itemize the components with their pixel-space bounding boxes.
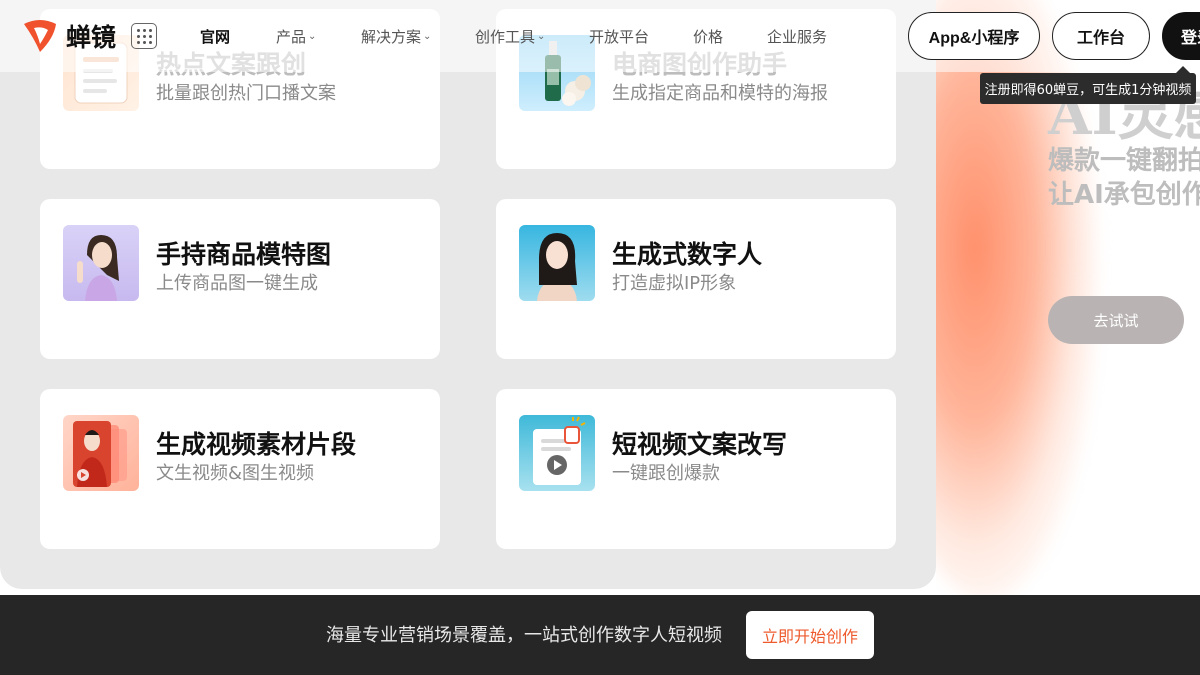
feature-card-rewrite[interactable]: 短视频文案改写 一键跟创爆款 xyxy=(496,389,896,549)
top-header: 蝉镜 官网 产品 ⌄ 解决方案 ⌄ 创作工具 ⌄ 开放平台 价格 企业服务 App&小… xyxy=(0,0,1200,72)
nav-label: 企业服务 xyxy=(767,28,828,46)
brand-logo[interactable]: 蝉镜 xyxy=(20,16,116,56)
feature-panel: 热点文案跟创 批量跟创热门口播文案 电商图创作助手 生成指定商品和模特的海报 xyxy=(0,0,936,589)
login-button[interactable]: 登录 xyxy=(1162,12,1200,60)
nav-item-tools[interactable]: 创作工具 ⌄ xyxy=(475,26,545,47)
card-title: 手持商品模特图 xyxy=(156,240,332,269)
nav-label: 价格 xyxy=(693,28,724,46)
app-miniprogram-button[interactable]: App&小程序 xyxy=(908,12,1040,60)
feature-card-video-clip[interactable]: 生成视频素材片段 文生视频&图生视频 xyxy=(40,389,440,549)
digital-human-thumbnail-icon xyxy=(519,225,595,301)
card-subtitle: 一键跟创爆款 xyxy=(612,463,720,484)
feature-card-model-image[interactable]: 手持商品模特图 上传商品图一键生成 xyxy=(40,199,440,359)
model-photo-thumbnail-icon xyxy=(63,225,139,301)
card-subtitle: 上传商品图一键生成 xyxy=(156,273,318,294)
video-clip-thumbnail-icon xyxy=(63,415,139,491)
card-subtitle: 批量跟创热门口播文案 xyxy=(156,83,336,104)
nav-item-open-platform[interactable]: 开放平台 xyxy=(589,26,649,47)
hero-line-2: 让AI承包创作 xyxy=(1048,180,1200,210)
brand-name: 蝉镜 xyxy=(66,23,117,52)
card-subtitle: 打造虚拟IP形象 xyxy=(612,273,737,294)
cicada-logo-icon xyxy=(24,20,56,52)
footer-slogan: 海量专业营销场景覆盖，一站式创作数字人短视频 xyxy=(326,625,722,646)
nav-label: 官网 xyxy=(200,28,231,46)
chevron-down-icon: ⌄ xyxy=(308,31,317,42)
try-button[interactable]: 去试试 xyxy=(1048,296,1184,344)
bottom-cta-bar: 海量专业营销场景覆盖，一站式创作数字人短视频 立即开始创作 xyxy=(0,595,1200,675)
start-creating-button[interactable]: 立即开始创作 xyxy=(746,611,874,659)
feature-card-digital-human[interactable]: 生成式数字人 打造虚拟IP形象 xyxy=(496,199,896,359)
nav-label: 创作工具 xyxy=(475,28,536,46)
nav-label: 开放平台 xyxy=(589,28,650,46)
workbench-button[interactable]: 工作台 xyxy=(1052,12,1150,60)
chevron-down-icon: ⌄ xyxy=(537,31,546,42)
apps-grid-icon[interactable] xyxy=(131,23,157,49)
signup-bonus-tooltip: 注册即得60蝉豆，可生成1分钟视频 xyxy=(980,66,1196,104)
card-title: 生成视频素材片段 xyxy=(156,430,357,459)
rewrite-video-thumbnail-icon xyxy=(519,415,595,491)
nav-item-enterprise[interactable]: 企业服务 xyxy=(767,26,827,47)
nav-item-home[interactable]: 官网 xyxy=(200,26,230,47)
hero-line-1: 爆款一键翻拍 xyxy=(1048,146,1200,176)
card-subtitle: 文生视频&图生视频 xyxy=(156,463,315,484)
nav-item-solutions[interactable]: 解决方案 ⌄ xyxy=(361,26,431,47)
nav-item-products[interactable]: 产品 ⌄ xyxy=(276,26,316,47)
card-subtitle: 生成指定商品和模特的海报 xyxy=(612,83,828,104)
chevron-down-icon: ⌄ xyxy=(423,31,432,42)
nav-label: 产品 xyxy=(276,28,307,46)
nav-label: 解决方案 xyxy=(361,28,422,46)
card-title: 短视频文案改写 xyxy=(612,430,788,459)
nav-item-pricing[interactable]: 价格 xyxy=(693,26,723,47)
card-title: 生成式数字人 xyxy=(612,240,763,269)
